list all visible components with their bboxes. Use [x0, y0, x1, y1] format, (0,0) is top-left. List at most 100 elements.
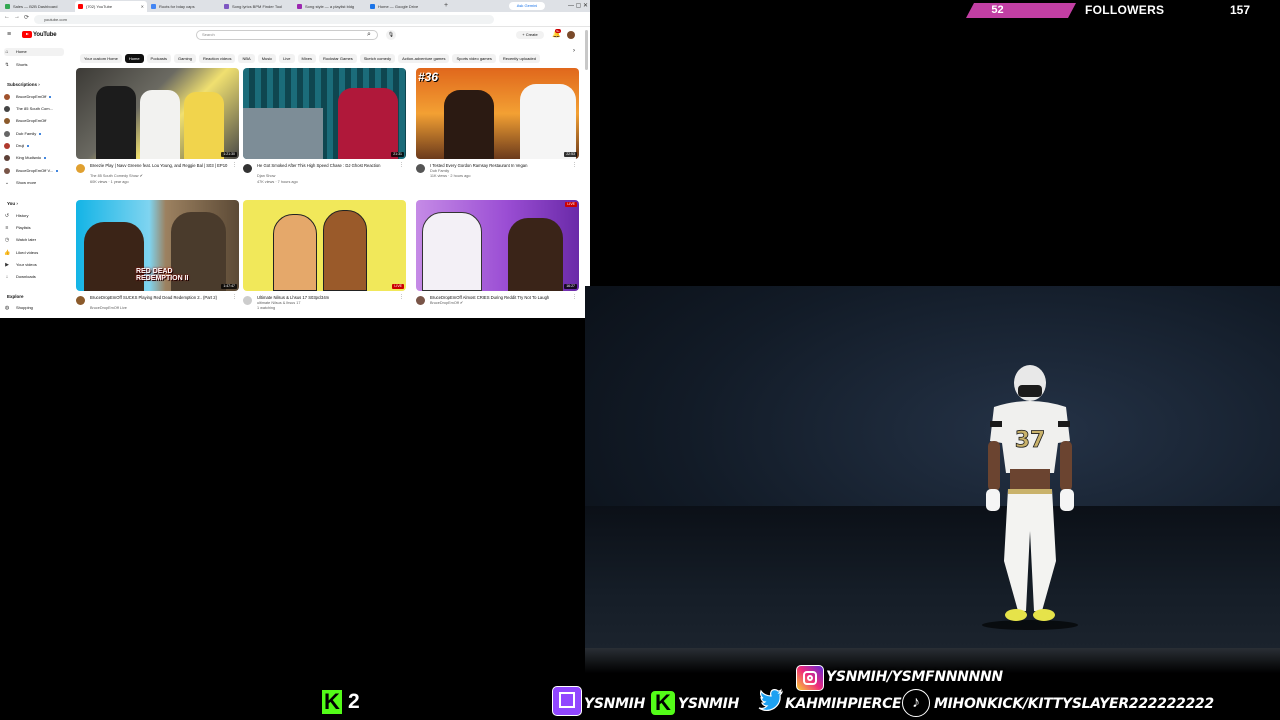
browser-tab-active[interactable]: (702) YouTube ✕: [75, 1, 147, 12]
video-card[interactable]: 21:31 He Got Smoked After This High Spee…: [243, 68, 406, 189]
more-options-icon[interactable]: ⋮: [399, 295, 404, 300]
sidebar-show-more[interactable]: ⌄ Show more: [4, 179, 36, 187]
channel-avatar[interactable]: [243, 296, 252, 305]
forward-icon[interactable]: →: [14, 14, 20, 20]
chip[interactable]: Rockstar Games: [318, 54, 357, 63]
sidebar-subscription[interactable]: Dub Family: [4, 130, 42, 138]
microphone-icon[interactable]: 🎙: [386, 30, 396, 40]
browser-tab[interactable]: Song lyrics BPM Finder Tool: [221, 1, 293, 12]
thumb-figure: [323, 210, 367, 291]
reload-icon[interactable]: ⟳: [24, 14, 29, 21]
chip[interactable]: Gaming: [174, 54, 197, 63]
sidebar-item-your-videos[interactable]: ▶ Your videos: [4, 261, 37, 269]
sidebar-item-home[interactable]: ⌂ Home: [4, 48, 64, 56]
video-card[interactable]: RED DEAD REDEMPTION II 1:47:47 BruceDrop…: [76, 200, 239, 318]
kick-icon: K: [650, 690, 676, 716]
video-thumbnail[interactable]: LIVE: [243, 200, 406, 291]
video-channel[interactable]: BruceDropEmOff Live: [90, 306, 127, 311]
sidebar-subscription[interactable]: King Mudiwdo: [4, 154, 47, 162]
more-options-icon[interactable]: ⋮: [232, 295, 237, 300]
sidebar-subscription[interactable]: BruceDropEmOff: [4, 117, 46, 125]
video-thumbnail[interactable]: RED DEAD REDEMPTION II 1:47:47: [76, 200, 239, 291]
window-controls[interactable]: — ▢ ✕: [568, 0, 588, 12]
video-title[interactable]: Breezie Play | Navv Greene feat. Lou You…: [90, 163, 230, 168]
history-icon: ↺: [4, 212, 10, 219]
video-stats: 47K views · 7 hours ago: [257, 180, 298, 184]
browser-tab[interactable]: Sales — B2B Dashboard: [2, 1, 74, 12]
scrollbar-thumb[interactable]: [585, 30, 588, 70]
more-options-icon[interactable]: ⋮: [232, 163, 237, 168]
video-channel[interactable]: BruceDropEmOff ✔: [430, 301, 463, 306]
video-thumbnail[interactable]: LIVE 16:27: [416, 200, 579, 291]
video-title[interactable]: I Tested Every Gordon Ramsay Restaurant …: [430, 163, 570, 168]
kick-handle: YSNMIH: [678, 696, 739, 712]
more-options-icon[interactable]: ⋮: [399, 163, 404, 168]
sidebar-item-downloads[interactable]: ↓ Downloads: [4, 273, 36, 281]
more-options-icon[interactable]: ⋮: [572, 295, 577, 300]
chip[interactable]: Podcasts: [146, 54, 171, 63]
episode-badge: #36: [418, 70, 439, 84]
chip[interactable]: Your custom Home: [80, 54, 122, 63]
video-title[interactable]: BruceDropEmOff SUCKS Playing Red Dead Re…: [90, 295, 230, 300]
chip[interactable]: Recently uploaded: [498, 54, 540, 63]
back-icon[interactable]: ←: [4, 14, 10, 20]
video-thumbnail[interactable]: 21:31: [243, 68, 406, 159]
chip[interactable]: Mixes: [297, 54, 316, 63]
sidebar-item-watch-later[interactable]: ◷ Watch later: [4, 236, 36, 244]
new-tab-button[interactable]: +: [444, 0, 448, 12]
chip[interactable]: Music: [257, 54, 277, 63]
video-card[interactable]: LIVE Ultimate Nilsus & Lhsus 17 S03pcl34…: [243, 200, 406, 318]
sidebar-item-playlists[interactable]: ≡ Playlists: [4, 224, 31, 232]
video-title[interactable]: BruceDropEmOff Almost CRIES During Reddi…: [430, 295, 570, 300]
chip[interactable]: Sports video games: [452, 54, 496, 63]
video-thumbnail[interactable]: #36 22:53: [416, 68, 579, 159]
video-thumbnail[interactable]: 1:21:30: [76, 68, 239, 159]
sidebar-subscription[interactable]: Druji: [4, 142, 30, 150]
ask-gemini-button[interactable]: Ask Gemini: [509, 2, 545, 10]
search-input[interactable]: Search: [196, 30, 378, 40]
sidebar-item-shopping[interactable]: ◍ Shopping: [4, 304, 33, 312]
you-heading[interactable]: You ›: [7, 200, 18, 208]
browser-tab[interactable]: Home — Google Drive: [367, 1, 439, 12]
video-channel[interactable]: The 85 South Comedy Show ✔: [90, 174, 143, 179]
url-input[interactable]: youtube.com: [34, 15, 494, 24]
sidebar-item-liked-videos[interactable]: 👍 Liked videos: [4, 249, 38, 257]
chevron-right-icon[interactable]: ›: [573, 47, 575, 56]
chip[interactable]: Live: [279, 54, 295, 63]
browser-tab[interactable]: Song style — a playlist bldg: [294, 1, 366, 12]
video-title[interactable]: He Got Smoked After This High Speed Chas…: [257, 163, 397, 168]
chip[interactable]: NBA: [238, 54, 255, 63]
sidebar-item-shorts[interactable]: ↯ Shorts: [4, 61, 28, 69]
sidebar-item-history[interactable]: ↺ History: [4, 212, 29, 220]
chip-active[interactable]: Home: [124, 54, 144, 63]
thumb-figure: [422, 212, 482, 291]
tab-label: (702) YouTube: [86, 4, 113, 9]
video-card[interactable]: #36 22:53 I Tested Every Gordon Ramsay R…: [416, 68, 579, 189]
tab-favicon: [370, 4, 375, 9]
avatar[interactable]: [567, 31, 575, 39]
more-options-icon[interactable]: ⋮: [572, 163, 577, 168]
video-card[interactable]: LIVE 16:27 BruceDropEmOff Almost CRIES D…: [416, 200, 579, 318]
create-button[interactable]: + Create: [516, 31, 544, 39]
subscriptions-heading[interactable]: Subscriptions ›: [7, 81, 40, 89]
video-title[interactable]: Ultimate Nilsus & Lhsus 17 S03pcl34m: [257, 295, 397, 300]
chip[interactable]: Reaction videos: [199, 54, 236, 63]
tab-label: Roots for bday caps: [159, 4, 195, 9]
menu-icon[interactable]: ≡: [7, 31, 11, 39]
channel-avatar[interactable]: [416, 296, 425, 305]
sidebar-subscription[interactable]: BruceDropEmOff V...: [4, 167, 59, 175]
channel-avatar[interactable]: [243, 164, 252, 173]
channel-avatar[interactable]: [76, 164, 85, 173]
sidebar-subscription[interactable]: BruceDropEmOff: [4, 93, 52, 101]
sidebar-subscription[interactable]: The 85 South Com...: [4, 105, 53, 113]
video-channel[interactable]: Djan Show: [257, 174, 275, 179]
browser-window: Sales — B2B Dashboard (702) YouTube ✕ Roo…: [0, 0, 590, 318]
close-tab-icon[interactable]: ✕: [141, 1, 144, 12]
video-card[interactable]: 1:21:30 Breezie Play | Navv Greene feat.…: [76, 68, 239, 189]
channel-avatar[interactable]: [416, 164, 425, 173]
search-icon[interactable]: ⌕: [364, 30, 374, 40]
browser-tab[interactable]: Roots for bday caps: [148, 1, 220, 12]
chip[interactable]: Sketch comedy: [359, 54, 396, 63]
chip[interactable]: Action-adventure games: [398, 54, 450, 63]
channel-avatar[interactable]: [76, 296, 85, 305]
